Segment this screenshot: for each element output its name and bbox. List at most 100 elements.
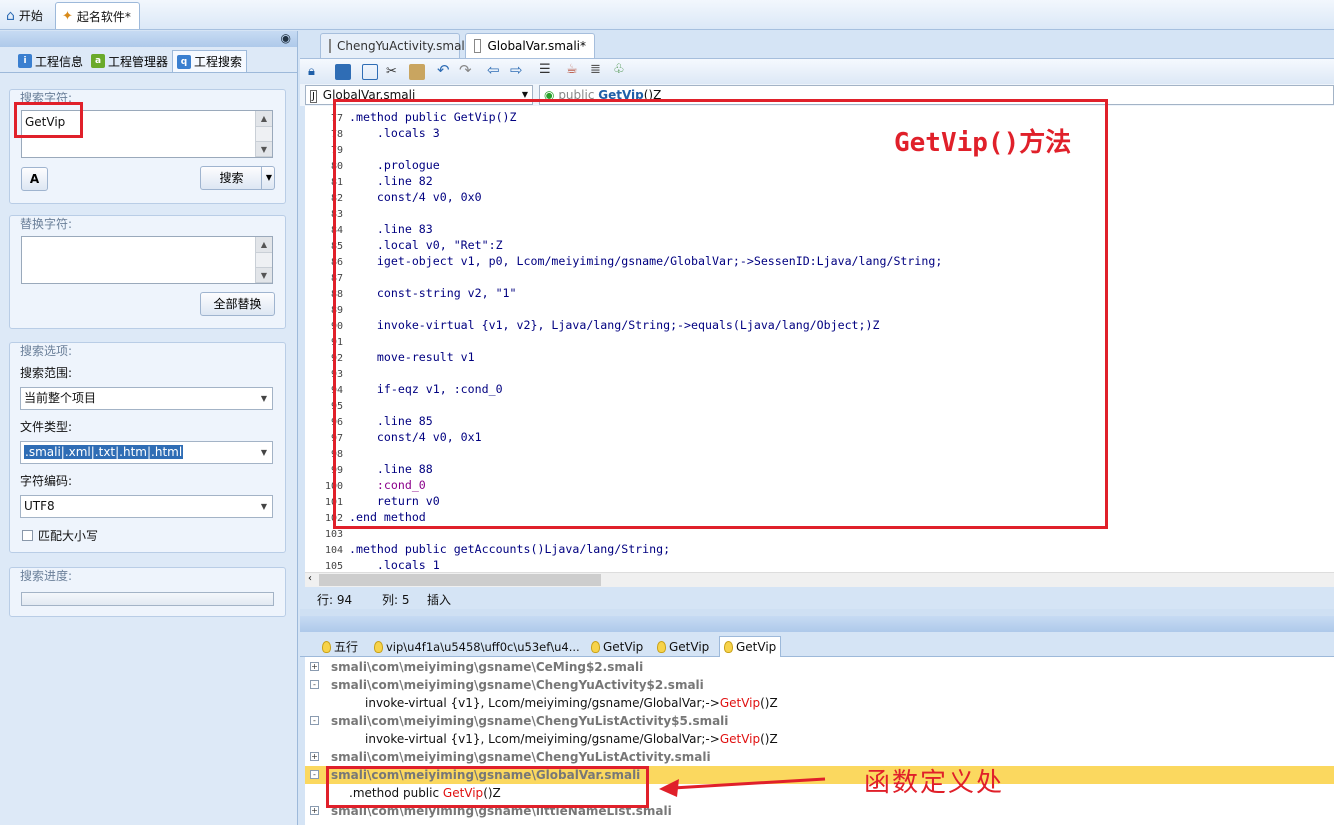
result-match-row[interactable]: invoke-virtual {v1}, Lcom/meiyiming/gsna… [305, 730, 1334, 748]
expand-icon[interactable]: + [310, 752, 319, 761]
status-bar: 行: 94 列: 5 插入 [300, 587, 1334, 609]
progress-bar [21, 592, 274, 606]
redo-icon[interactable]: ↷ [459, 61, 475, 79]
replace-all-button-label: 全部替换 [213, 297, 262, 311]
replace-group: 替换字符: ▲ ▼ 全部替换 [9, 215, 286, 329]
scope-select[interactable]: 当前整个项目 ▼ [20, 387, 273, 410]
match-case-checkbox[interactable] [22, 530, 33, 541]
search-group: 搜索字符: GetVip ▲ ▼ A 搜索 ▼ [9, 89, 286, 204]
search-input-scrollbar[interactable]: ▲ ▼ [255, 111, 272, 157]
result-tab-label: vip\u4f1a\u5458\uff0c\u53ef\u4... [386, 639, 580, 654]
code-text: .method public getAccounts()Ljava/lang/S… [349, 542, 671, 556]
java-icon[interactable]: ☕︎ [566, 62, 582, 78]
encoding-select[interactable]: UTF8 ▼ [20, 495, 273, 518]
annotation-definition-label: 函数定义处 [864, 768, 1005, 798]
status-mode: 插入 [427, 593, 452, 607]
lock-icon[interactable]: 🔒︎ [308, 64, 324, 80]
collapse-icon[interactable]: - [310, 770, 319, 779]
result-file-row[interactable]: + smali\com\meiyiming\gsname\ChengYuListA… [305, 748, 1334, 766]
tab-project-search[interactable]: q 工程搜索 [172, 50, 248, 72]
result-tab-4[interactable]: GetVip [719, 636, 782, 657]
result-tab-3[interactable]: GetVip [653, 636, 713, 657]
match-hit: GetVip [719, 696, 761, 710]
annotation-method-label: GetVip()方法 [894, 128, 1072, 158]
encoding-label: 字符编码: [20, 474, 73, 488]
info-icon: i [18, 54, 32, 68]
tab-start[interactable]: ⌂ 开始 [0, 2, 49, 29]
collapse-icon[interactable]: - [310, 680, 319, 689]
paste-icon[interactable] [409, 64, 425, 80]
chevron-down-icon: ▼ [260, 502, 267, 511]
code-text: .locals 1 [349, 558, 440, 572]
editor-tabs: ChengYuActivity.smali* GlobalVar.smali* [300, 31, 1334, 58]
replace-input-scrollbar[interactable]: ▲ ▼ [255, 237, 272, 283]
bulb-icon [322, 640, 331, 653]
code-horizontal-scrollbar[interactable]: ‹ [305, 572, 1334, 587]
code-line[interactable]: 104 .method public getAccounts()Ljava/lan… [305, 541, 1334, 557]
scrollbar-thumb[interactable] [319, 574, 601, 586]
result-tab-label: GetVip [736, 640, 777, 654]
file-icon [329, 39, 331, 53]
bug-icon[interactable]: ♧ [613, 62, 629, 78]
annotation-box-definition [326, 766, 649, 808]
tab-project[interactable]: ✦ 起名软件* [55, 2, 140, 29]
annotation-box-method [333, 99, 1108, 529]
editor-toolbar: 🔒︎ ✂ ↶ ↷ ⇦ ⇨ ☰ ☕︎ ≣ ♧ [300, 58, 1334, 84]
forward-icon[interactable]: ⇨ [510, 61, 526, 79]
android-icon: a [91, 54, 106, 68]
scope-select-value: 当前整个项目 [24, 391, 97, 405]
expand-icon[interactable]: + [310, 662, 319, 671]
font-icon: A [29, 172, 40, 186]
annotation-box-search [14, 102, 83, 138]
match-case-option[interactable]: 匹配大小写 [22, 527, 98, 544]
match-prefix: invoke-virtual {v1}, Lcom/meiyiming/gsna… [365, 696, 720, 710]
expand-icon[interactable]: + [310, 806, 319, 815]
result-tab-0[interactable]: 五行 [318, 636, 362, 657]
tab-project-search-label: 工程搜索 [194, 55, 243, 69]
list-icon[interactable]: ≣ [590, 62, 606, 78]
replace-input[interactable]: ▲ ▼ [21, 236, 273, 284]
result-file-row[interactable]: - smali\com\meiyiming\gsname\ChengYuListA… [305, 712, 1334, 730]
tab-project-info[interactable]: i 工程信息 [14, 50, 87, 72]
undo-icon[interactable]: ↶ [437, 61, 453, 79]
tab-project-manager[interactable]: a 工程管理器 [87, 50, 172, 72]
tab-chengyu-activity[interactable]: ChengYuActivity.smali* [320, 33, 474, 58]
home-icon: ⌂ [6, 7, 15, 24]
filetype-select[interactable]: .smali|.xml|.txt|.htm|.html ▼ [20, 441, 273, 464]
cut-icon[interactable]: ✂ [386, 64, 402, 80]
chevron-left-icon[interactable]: ‹ [308, 573, 312, 584]
pane-splitter[interactable] [300, 609, 1334, 616]
search-button[interactable]: 搜索 ▼ [200, 166, 275, 190]
chevron-down-icon[interactable]: ▼ [260, 167, 272, 189]
tab-project-info-label: 工程信息 [35, 54, 84, 69]
top-tab-bar: ⌂ 开始 ✦ 起名软件* [0, 0, 1334, 30]
save-icon[interactable] [335, 64, 351, 80]
code-line[interactable]: 105 .locals 1 [305, 557, 1334, 572]
back-icon[interactable]: ⇦ [487, 61, 503, 79]
match-hit: GetVip [719, 732, 761, 746]
match-case-label: 匹配大小写 [38, 529, 99, 543]
result-tab-1[interactable]: vip\u4f1a\u5458\uff0c\u53ef\u4... [370, 636, 584, 657]
result-tab-2[interactable]: GetVip [587, 636, 647, 657]
eye-icon[interactable]: ◉ [281, 31, 291, 45]
result-match-row[interactable]: invoke-virtual {v1}, Lcom/meiyiming/gsna… [305, 694, 1334, 712]
collapse-icon[interactable]: - [310, 716, 319, 725]
tab-globalvar-label: GlobalVar.smali* [487, 39, 586, 53]
result-tabs: 五行 vip\u4f1a\u5458\uff0c\u53ef\u4... Get… [300, 632, 1334, 657]
result-file-path: smali\com\meiyiming\gsname\ChengYuListAc… [331, 714, 729, 728]
indent-icon[interactable]: ☰ [539, 62, 555, 78]
results-header [300, 616, 1334, 632]
scope-label: 搜索范围: [20, 366, 73, 380]
result-match-text: invoke-virtual {v1}, Lcom/meiyiming/gsna… [365, 694, 778, 712]
tab-globalvar[interactable]: GlobalVar.smali* [465, 33, 595, 58]
result-file-row[interactable]: - smali\com\meiyiming\gsname\ChengYuActiv… [305, 676, 1334, 694]
font-button[interactable]: A [21, 167, 48, 191]
result-file-path: smali\com\meiyiming\gsname\ChengYuActivi… [331, 678, 704, 692]
bulb-icon [724, 641, 733, 653]
tab-project-label: 起名软件* [76, 9, 131, 24]
replace-all-button[interactable]: 全部替换 [200, 292, 275, 316]
copy-icon[interactable] [362, 64, 378, 80]
left-tabs: i 工程信息 a 工程管理器 q 工程搜索 [0, 47, 297, 73]
result-file-row[interactable]: + smali\com\meiyiming\gsname\CeMing$2.sma… [305, 658, 1334, 676]
tab-start-label: 开始 [18, 9, 43, 23]
